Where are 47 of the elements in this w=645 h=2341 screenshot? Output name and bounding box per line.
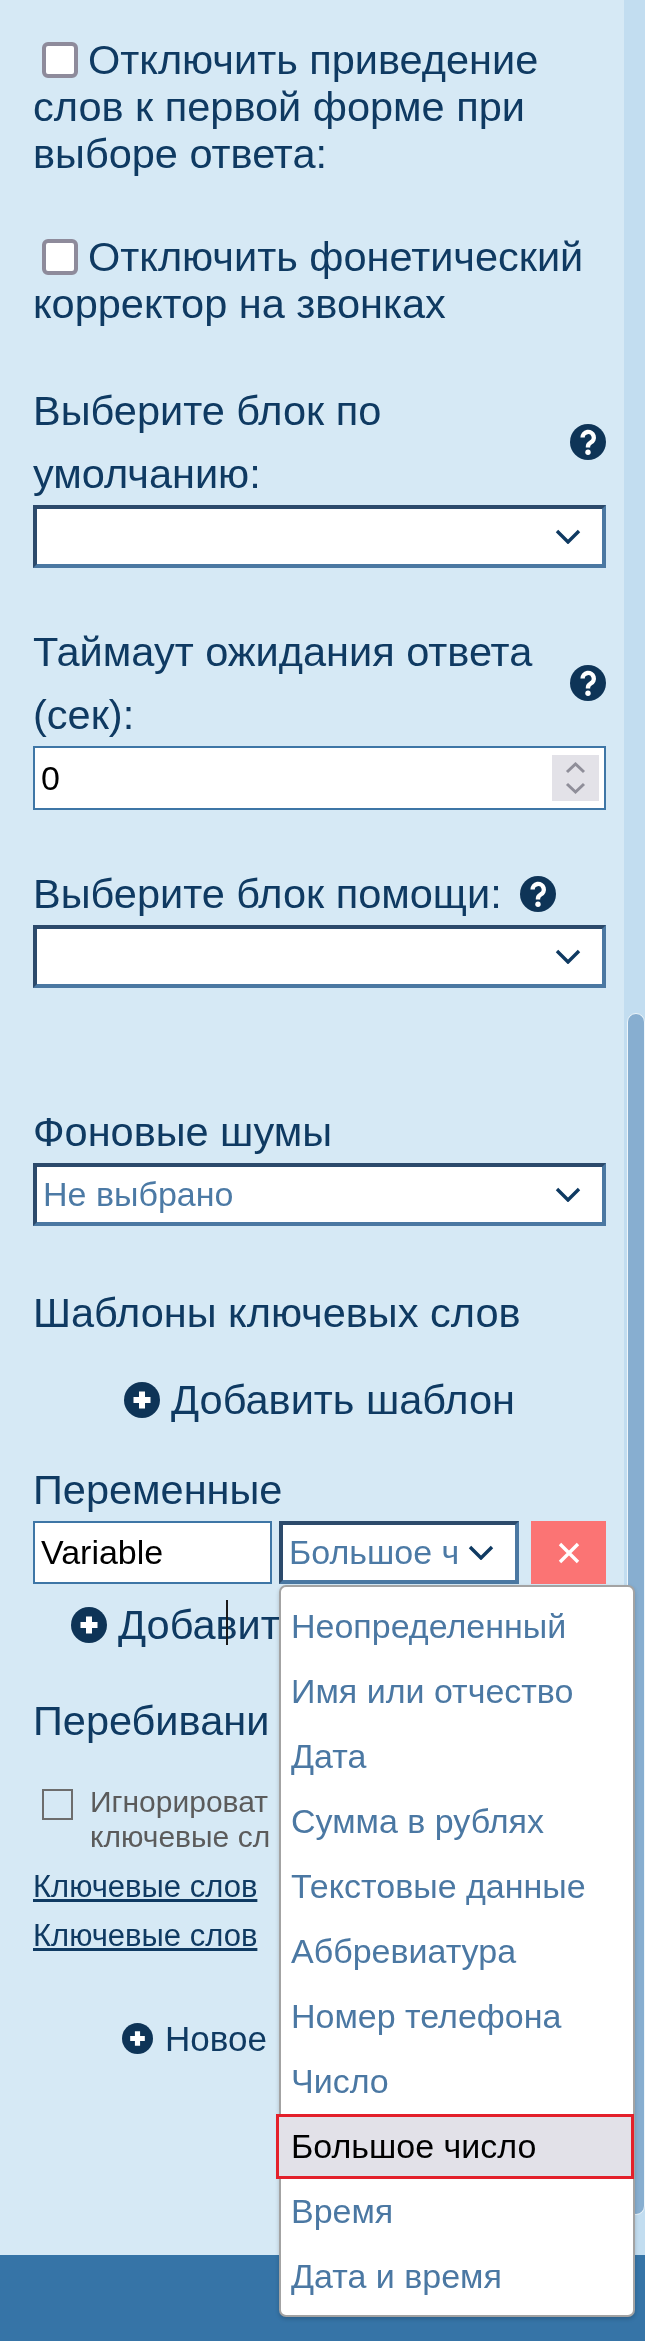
number-field[interactable]: 0: [33, 746, 606, 810]
field-label: Фоновые шумы: [33, 1107, 333, 1157]
chevron-down-icon: [468, 1545, 494, 1560]
dropdown-option[interactable]: Дата: [281, 1724, 633, 1789]
checkbox[interactable]: [42, 42, 78, 78]
help-icon[interactable]: [570, 424, 606, 460]
dropdown-option[interactable]: Время: [281, 2179, 633, 2244]
checkbox-label: Игнорироват ключевые сл: [90, 1784, 272, 1854]
select-field[interactable]: [33, 925, 606, 988]
plus-circle-icon: [71, 1606, 107, 1643]
select-field[interactable]: Не выбрано: [33, 1163, 606, 1226]
checkbox-option[interactable]: Отключить приведение слов к первой форме при выборе ответа:: [33, 36, 606, 177]
chevron-down-icon: [555, 1187, 581, 1202]
new-button[interactable]: Новое: [122, 2014, 267, 2063]
chevron-down-icon: [555, 949, 581, 964]
dropdown-option[interactable]: Сумма в рублях: [281, 1789, 633, 1854]
remove-button[interactable]: [531, 1521, 606, 1584]
select-field[interactable]: [33, 505, 606, 568]
keywords-link[interactable]: Ключевые слов: [33, 1911, 258, 1960]
dropdown-option[interactable]: Дата и время: [281, 2244, 633, 2309]
add-template-button[interactable]: Добавить шаблон: [124, 1368, 515, 1431]
field-label: Выберите блок помощи:: [33, 869, 502, 919]
text-field[interactable]: Variable: [33, 1521, 272, 1584]
dropdown-option[interactable]: Большое число: [276, 2114, 634, 2179]
dropdown-option[interactable]: Число: [281, 2049, 633, 2114]
stepper-arrows-icon[interactable]: [552, 755, 599, 801]
dropdown-option[interactable]: Неопределенный: [281, 1594, 633, 1659]
plus-circle-icon: [122, 2023, 153, 2054]
dropdown-option[interactable]: Номер телефона: [281, 1984, 633, 2049]
field-label: Выберите блок по умолчанию:: [33, 386, 383, 499]
dropdown-option[interactable]: Имя или отчество: [281, 1659, 633, 1724]
chevron-down-icon: [555, 529, 581, 544]
checkbox[interactable]: [42, 239, 78, 275]
section-heading: Перебивани: [33, 1696, 270, 1746]
checkbox[interactable]: [42, 1789, 73, 1820]
help-icon[interactable]: [519, 875, 556, 912]
checkbox-option[interactable]: Отключить фонетический корректор на звонках: [33, 233, 606, 327]
close-icon: [557, 1541, 580, 1564]
keywords-link[interactable]: Ключевые слов: [33, 1862, 258, 1911]
section-heading: Переменные: [33, 1465, 283, 1515]
dropdown-option[interactable]: Текстовые данные: [281, 1854, 633, 1919]
help-icon[interactable]: [570, 665, 606, 701]
section-heading: Шаблоны ключевых слов: [33, 1288, 521, 1338]
dropdown-option[interactable]: Аббревиатура: [281, 1919, 633, 1984]
plus-circle-icon: [124, 1381, 161, 1418]
select-field[interactable]: Большое ч: [279, 1521, 519, 1584]
field-label: Таймаут ожидания ответа (сек):: [33, 627, 534, 740]
